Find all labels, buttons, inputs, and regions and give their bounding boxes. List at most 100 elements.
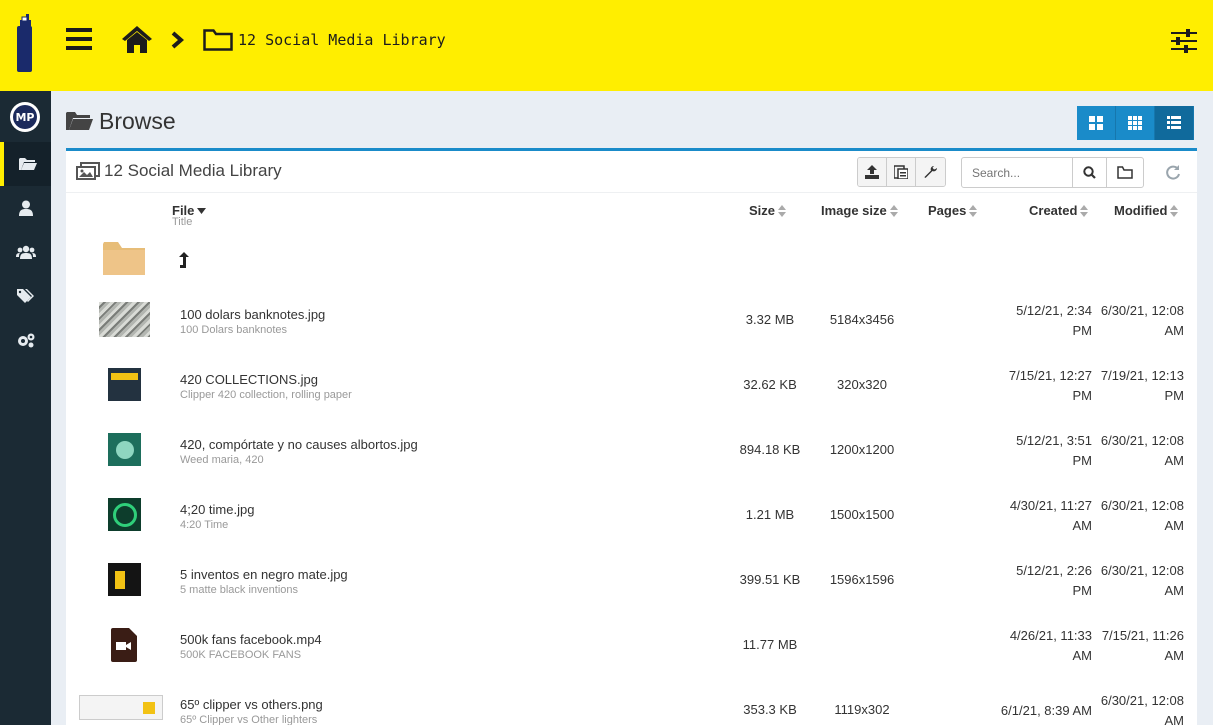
sidebar-item-tags[interactable] (0, 274, 51, 318)
modified-date-line2: AM (1164, 648, 1185, 663)
home-icon[interactable] (121, 24, 153, 54)
file-name[interactable]: 420 COLLECTIONS.jpg (180, 372, 318, 387)
file-title: 4:20 Time (180, 519, 229, 531)
table-row[interactable]: 420 COLLECTIONS.jpg Clipper 420 collecti… (66, 353, 1197, 418)
file-title: Clipper 420 collection, rolling paper (180, 389, 352, 401)
view-large-grid-button[interactable] (1077, 106, 1116, 140)
created-date-line1: 5/12/21, 2:34 (1016, 303, 1092, 318)
upload-button[interactable] (858, 158, 887, 186)
search-button[interactable] (1072, 157, 1107, 188)
page-title: Browse (66, 106, 176, 136)
image-size: 1500x1500 (829, 507, 895, 522)
column-header-size[interactable]: Size (749, 203, 787, 218)
list-icon (894, 165, 908, 179)
column-header-pages[interactable]: Pages (928, 203, 978, 218)
view-small-grid-button[interactable] (1116, 106, 1155, 140)
created-date-line2: PM (1072, 453, 1093, 468)
tools-button[interactable] (916, 158, 945, 186)
list-view-icon (1167, 116, 1181, 129)
column-header-created[interactable]: Created (1029, 203, 1089, 218)
column-header-pages-label: Pages (928, 203, 967, 218)
toolbar-group (857, 157, 946, 187)
modified-date-line2: AM (1164, 583, 1185, 598)
file-title: 100 Dolars banknotes (180, 324, 288, 336)
parent-folder-row[interactable] (66, 229, 1197, 289)
folder-icon (1117, 166, 1133, 179)
column-header-modified[interactable]: Modified (1114, 203, 1179, 218)
wrench-icon (924, 166, 937, 178)
modified-date: 6/30/21, 12:08 AM (1084, 301, 1184, 341)
file-thumbnail (108, 368, 141, 401)
sidebar-item-browse[interactable] (0, 142, 51, 186)
file-thumbnail (108, 498, 141, 531)
modified-date: 6/30/21, 12:08 AM (1084, 691, 1184, 725)
file-name[interactable]: 500k fans facebook.mp4 (180, 632, 322, 647)
file-title: 65º Clipper vs Other lighters (180, 714, 318, 725)
list-actions-button[interactable] (887, 158, 916, 186)
modified-date-line1: 6/30/21, 12:08 (1100, 303, 1184, 318)
modified-date-line1: 7/19/21, 12:13 (1100, 368, 1184, 383)
modified-date-line1: 6/30/21, 12:08 (1100, 693, 1184, 708)
created-date-line2: PM (1072, 323, 1093, 338)
sidebar-item-user[interactable] (0, 186, 51, 230)
search-input[interactable] (961, 157, 1073, 188)
created-date: 5/12/21, 2:26 PM (992, 561, 1092, 601)
cogs-icon (17, 333, 34, 348)
image-size: 320x320 (837, 377, 887, 392)
logo-icon[interactable] (14, 14, 36, 72)
avatar[interactable]: MP (10, 102, 40, 132)
folder-icon (203, 29, 233, 51)
created-date: 6/1/21, 8:39 AM (992, 701, 1092, 721)
chevron-right-icon (171, 31, 184, 49)
column-header-file[interactable]: File Title (172, 203, 207, 228)
search-folder-button[interactable] (1106, 157, 1144, 188)
created-date-line2: PM (1072, 583, 1093, 598)
grid-large-icon (1089, 116, 1103, 130)
sliders-icon[interactable] (1170, 28, 1198, 54)
folder-icon (103, 242, 145, 275)
created-date-line2: AM (1072, 648, 1093, 663)
modified-date-line1: 6/30/21, 12:08 (1100, 498, 1184, 513)
modified-date-line2: AM (1164, 713, 1185, 725)
created-date: 4/30/21, 11:27 AM (992, 496, 1092, 536)
file-name[interactable]: 4;20 time.jpg (180, 502, 254, 517)
refresh-icon[interactable] (1164, 164, 1182, 182)
file-name[interactable]: 420, compórtate y no causes albortos.jpg (180, 437, 418, 452)
file-thumbnail (108, 563, 141, 596)
file-size: 3.32 MB (745, 312, 795, 327)
created-date-line1: 5/12/21, 2:26 (1016, 563, 1092, 578)
hamburger-icon[interactable] (66, 28, 92, 52)
sidebar-item-users[interactable] (0, 230, 51, 274)
table-row[interactable]: 500k fans facebook.mp4 500K FACEBOOK FAN… (66, 613, 1197, 678)
sidebar-item-settings[interactable] (0, 318, 51, 362)
image-size: 1200x1200 (829, 442, 895, 457)
column-header-image-size[interactable]: Image size (821, 203, 898, 218)
table-row[interactable]: 65º clipper vs others.png 65º Clipper vs… (66, 678, 1197, 725)
modified-date-line1: 6/30/21, 12:08 (1100, 433, 1184, 448)
table-row[interactable]: 420, compórtate y no causes albortos.jpg… (66, 418, 1197, 483)
modified-date: 6/30/21, 12:08 AM (1084, 496, 1184, 536)
sort-icon (1170, 204, 1179, 217)
file-size: 894.18 KB (739, 442, 801, 457)
file-name[interactable]: 5 inventos en negro mate.jpg (180, 567, 348, 582)
created-date-line1: 4/26/21, 11:33 (1009, 628, 1092, 643)
table-row[interactable]: 100 dolars banknotes.jpg 100 Dolars bank… (66, 288, 1197, 353)
view-list-button[interactable] (1155, 106, 1194, 140)
modified-date: 6/30/21, 12:08 AM (1084, 561, 1184, 601)
file-title: 500K FACEBOOK FANS (180, 649, 302, 661)
modified-date-line2: PM (1164, 388, 1185, 403)
column-header-image-size-label: Image size (821, 203, 887, 218)
file-thumbnail (108, 433, 141, 466)
modified-date-line2: AM (1164, 323, 1185, 338)
modified-date: 7/19/21, 12:13 PM (1084, 366, 1184, 406)
table-row[interactable]: 5 inventos en negro mate.jpg 5 matte bla… (66, 548, 1197, 613)
image-size: 1119x302 (834, 702, 890, 717)
users-icon (15, 245, 36, 259)
tags-icon (16, 289, 34, 303)
file-name[interactable]: 100 dolars banknotes.jpg (180, 307, 325, 322)
breadcrumb-current-folder[interactable]: 12 Social Media Library (238, 31, 446, 49)
table-row[interactable]: 4;20 time.jpg 4:20 Time 1.21 MB 1500x150… (66, 483, 1197, 548)
modified-date: 6/30/21, 12:08 AM (1084, 431, 1184, 471)
grid-small-icon (1128, 116, 1142, 130)
file-name[interactable]: 65º clipper vs others.png (180, 697, 323, 712)
